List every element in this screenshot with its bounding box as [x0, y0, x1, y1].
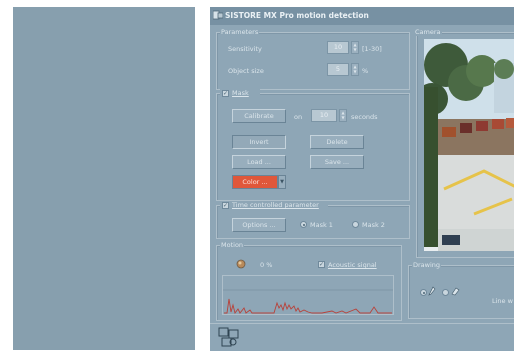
object-size-unit: % — [362, 67, 369, 75]
sensitivity-label: Sensitivity — [228, 45, 262, 53]
mask1-radio[interactable] — [300, 221, 307, 228]
camera-view-image — [424, 39, 514, 251]
spin-down-icon: ▼ — [353, 47, 357, 52]
acoustic-signal-checkbox[interactable]: ✓ — [318, 261, 325, 268]
load-button[interactable]: Load ... — [232, 155, 286, 169]
app-icon — [213, 10, 223, 20]
save-button[interactable]: Save ... — [310, 155, 364, 169]
mask-label: Mask — [232, 89, 249, 97]
sensitivity-input[interactable]: 10 — [327, 41, 349, 54]
spin-down-icon: ▼ — [341, 115, 345, 120]
object-size-label: Object size — [228, 67, 264, 75]
side-panel — [13, 7, 195, 350]
camera-group-label: Camera — [414, 28, 442, 36]
drawing-group-label: Drawing — [412, 261, 442, 269]
calibrate-seconds-input[interactable]: 10 — [311, 109, 337, 122]
mask1-label: Mask 1 — [310, 221, 333, 229]
window-title: SISTORE MX Pro motion detection — [225, 11, 369, 20]
footer-separator — [210, 323, 514, 324]
dropdown-arrow-icon: ▼ — [280, 179, 284, 185]
line-width-label: Line w — [492, 297, 513, 305]
draw-eraser-radio[interactable] — [442, 289, 449, 296]
time-controlled-checkbox[interactable]: ✓ — [222, 202, 229, 209]
parameters-group-label: Parameters — [220, 28, 260, 36]
motion-percent: 0 % — [260, 261, 273, 269]
seconds-label: seconds — [351, 113, 378, 121]
mask2-radio[interactable] — [352, 221, 359, 228]
calibrate-on-label: on — [294, 113, 303, 121]
object-size-spinner[interactable]: ▲ ▼ — [351, 63, 359, 76]
motion-graph — [222, 275, 394, 315]
mask2-label: Mask 2 — [362, 221, 385, 229]
pen-icon — [428, 286, 436, 296]
invert-button[interactable]: Invert — [232, 135, 286, 149]
eraser-icon — [451, 287, 460, 296]
options-button[interactable]: Options ... — [232, 218, 286, 232]
object-size-input[interactable]: 5 — [327, 63, 349, 76]
sensitivity-range: [1-30] — [362, 45, 382, 53]
siemens-logo-icon — [218, 327, 239, 347]
calibrate-seconds-spinner[interactable]: ▲ ▼ — [339, 109, 347, 122]
spin-down-icon: ▼ — [353, 69, 357, 74]
motion-group-label: Motion — [220, 241, 245, 249]
parameters-group — [216, 32, 410, 90]
acoustic-signal-label: Acoustic signal — [328, 261, 377, 269]
calibrate-button[interactable]: Calibrate — [232, 109, 286, 123]
motion-detection-window: SISTORE MX Pro motion detection Paramete… — [210, 7, 514, 351]
draw-pen-radio[interactable] — [420, 289, 427, 296]
motion-indicator-icon — [236, 259, 246, 269]
color-dropdown[interactable]: ▼ — [278, 175, 286, 189]
mask-checkbox[interactable]: ✓ — [222, 90, 229, 97]
time-controlled-label: Time controlled parameter — [232, 201, 319, 209]
sensitivity-spinner[interactable]: ▲ ▼ — [351, 41, 359, 54]
delete-button[interactable]: Delete — [310, 135, 364, 149]
color-button[interactable]: Color ... — [232, 175, 278, 189]
title-bar: SISTORE MX Pro motion detection — [210, 7, 514, 25]
